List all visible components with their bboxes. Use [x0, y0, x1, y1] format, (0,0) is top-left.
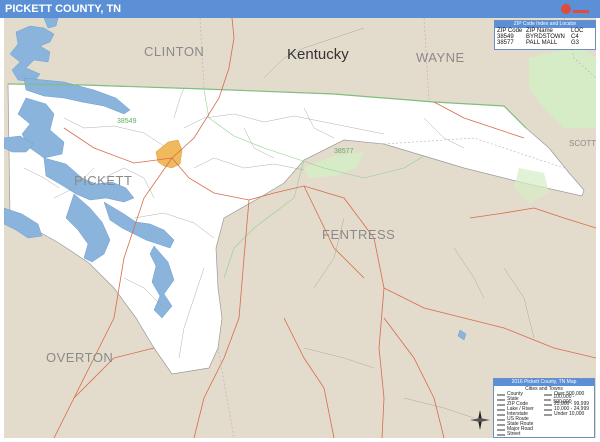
legend-column-right: Over 500,000 100,000 - 500,000 25,000 - …: [544, 392, 591, 437]
label-overton: OVERTON: [46, 350, 113, 365]
legend-swatch: [497, 428, 505, 431]
legend-swatch: [497, 398, 505, 401]
legend-columns: County State ZIP Code Lake / River Inter…: [494, 392, 594, 437]
page-title: PICKETT COUNTY, TN: [0, 0, 600, 18]
legend-item-label: Under 10,000: [554, 411, 585, 417]
legend-swatch: [497, 418, 505, 421]
legend-item-label: Street: [507, 431, 521, 437]
map-legend: 2016 Pickett County, TN Map Cities and T…: [493, 378, 595, 438]
table-row: 38577 PALL MALL G3: [495, 40, 595, 46]
label-zip-38549: 38549: [117, 118, 137, 125]
zip-loc-cell: G3: [571, 40, 580, 46]
label-fentress: FENTRESS: [322, 227, 395, 242]
label-clinton: CLINTON: [144, 44, 204, 59]
legend-item: Under 10,000: [544, 412, 591, 417]
label-pickett: PICKETT: [74, 173, 132, 188]
label-zip-38577: 38577: [334, 148, 354, 155]
legend-swatch: [544, 398, 552, 401]
legend-swatch: [544, 408, 552, 411]
label-wayne: WAYNE: [416, 50, 465, 65]
legend-heading: 2016 Pickett County, TN Map: [494, 379, 594, 386]
label-kentucky: Kentucky: [287, 46, 349, 63]
label-scott: SCOTT: [569, 139, 596, 148]
legend-swatch: [497, 413, 505, 416]
zip-code-cell: 38577: [497, 40, 514, 46]
legend-swatch: [497, 393, 505, 396]
county-map[interactable]: CLINTON Kentucky WAYNE SCOTT PICKETT FEN…: [4, 18, 596, 438]
legend-swatch: [544, 413, 552, 416]
legend-swatch: [497, 408, 505, 411]
compass-rose-icon: [469, 409, 491, 431]
legend-swatch: [497, 433, 505, 436]
publisher-logo: [560, 2, 596, 17]
map-page: PICKETT COUNTY, TN CLINTON Kentucky WAYN…: [0, 0, 600, 442]
zip-locator-table: ZIP Code Index and Locator ZIP Code ZIP …: [494, 20, 596, 50]
zip-name-cell: PALL MALL: [526, 40, 558, 46]
legend-swatch: [544, 403, 552, 406]
legend-swatch: [497, 423, 505, 426]
legend-swatch: [497, 403, 505, 406]
legend-swatch: [544, 393, 552, 396]
zip-locator-heading: ZIP Code Index and Locator: [495, 21, 595, 28]
legend-column-left: County State ZIP Code Lake / River Inter…: [497, 392, 544, 437]
legend-item: Street: [497, 432, 544, 437]
